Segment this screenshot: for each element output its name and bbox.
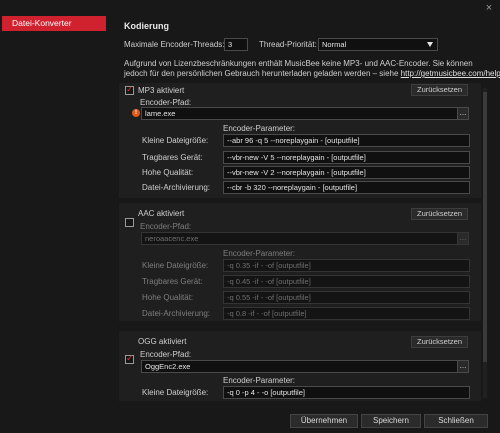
aac-row-label: Kleine Dateigröße: [142, 261, 209, 270]
save-button[interactable]: Speichern [361, 414, 421, 428]
aac-reset-button[interactable]: Zurücksetzen [411, 208, 468, 220]
aac-path-input[interactable]: neroaacenc.exe [141, 232, 459, 245]
mp3-enabled-checkbox[interactable] [125, 84, 134, 95]
aac-enabled-label: AAC aktiviert [138, 209, 185, 218]
apply-button[interactable]: Übernehmen [290, 414, 358, 428]
priority-value: Normal [322, 40, 347, 49]
mp3-row-label: Tragbares Gerät: [142, 153, 203, 162]
mp3-row-input[interactable]: --cbr -b 320 --noreplaygain - [outputfil… [223, 181, 470, 194]
help-link[interactable]: http://getmusicbee.com/help.htm [401, 69, 500, 78]
priority-label: Thread-Priorität: [259, 40, 317, 49]
sidebar-item-datei-konverter[interactable]: Datei-Konverter [2, 16, 106, 31]
sidebar [0, 14, 108, 394]
ogg-browse-button[interactable]: ... [457, 360, 469, 373]
aac-row-input[interactable]: -q 0.8 -if - -of [outputfile] [223, 307, 470, 320]
priority-select[interactable]: Normal [318, 38, 438, 51]
aac-enabled-checkbox[interactable] [125, 218, 134, 227]
mp3-row-input[interactable]: --vbr-new -V 2 --noreplaygain - [outputf… [223, 166, 470, 179]
aac-row-input[interactable]: -q 0.35 -if - -of [outputfile] [223, 259, 470, 272]
notice-text: jedoch für den persönlichen Gebrauch her… [124, 69, 399, 78]
ogg-path-input[interactable]: OggEnc2.exe [141, 360, 459, 373]
ogg-row-input[interactable]: -q 0 -p 4 - -o [outputfile] [223, 386, 470, 399]
aac-params-label: Encoder-Parameter: [223, 249, 296, 258]
sidebar-item-label: Datei-Konverter [12, 18, 72, 28]
close-icon[interactable]: × [483, 2, 495, 14]
mp3-params-label: Encoder-Parameter: [223, 124, 296, 133]
scrollbar-thumb[interactable] [483, 92, 487, 362]
ogg-params-label: Encoder-Parameter: [223, 376, 296, 385]
ogg-path-label: Encoder-Pfad: [140, 350, 192, 359]
threads-label: Maximale Encoder-Threads: [124, 40, 225, 49]
threads-input[interactable]: 3 [224, 38, 248, 51]
ogg-row-label: Kleine Dateigröße: [142, 388, 209, 397]
aac-row-label: Datei-Archivierung: [142, 309, 211, 318]
aac-browse-button[interactable]: ... [457, 232, 469, 245]
mp3-row-label: Datei-Archivierung: [142, 183, 211, 192]
mp3-row-input[interactable]: --abr 96 -q 5 --noreplaygain - [outputfi… [223, 134, 470, 147]
mp3-path-input[interactable]: lame.exe [141, 107, 459, 120]
aac-row-input[interactable]: -q 0.45 -if - -of [outputfile] [223, 275, 470, 288]
ogg-reset-button[interactable]: Zurücksetzen [411, 336, 468, 348]
ogg-enabled-label: OGG aktiviert [138, 337, 187, 346]
aac-path-label: Encoder-Pfad: [140, 222, 192, 231]
notice-line-2: jedoch für den persönlichen Gebrauch her… [124, 69, 500, 78]
mp3-row-input[interactable]: --vbr-new -V 5 --noreplaygain - [outputf… [223, 151, 470, 164]
aac-row-label: Tragbares Gerät: [142, 277, 203, 286]
close-button[interactable]: Schließen [424, 414, 488, 428]
ogg-enabled-checkbox[interactable] [125, 353, 134, 364]
mp3-browse-button[interactable]: ... [457, 107, 469, 120]
notice-line-1: Aufgrund von Lizenzbeschränkungen enthäl… [124, 59, 473, 68]
mp3-path-label: Encoder-Pfad: [140, 98, 192, 107]
mp3-row-label: Kleine Dateigröße: [142, 136, 209, 145]
chevron-down-icon [427, 42, 433, 47]
mp3-row-label: Hohe Qualität: [142, 168, 194, 177]
mp3-enabled-label: MP3 aktiviert [138, 86, 185, 95]
aac-row-label: Hohe Qualität: [142, 293, 194, 302]
aac-row-input[interactable]: -q 0.55 -if - -of [outputfile] [223, 291, 470, 304]
section-title: Kodierung [124, 21, 169, 31]
warning-icon: ! [132, 109, 140, 117]
mp3-reset-button[interactable]: Zurücksetzen [411, 84, 468, 96]
